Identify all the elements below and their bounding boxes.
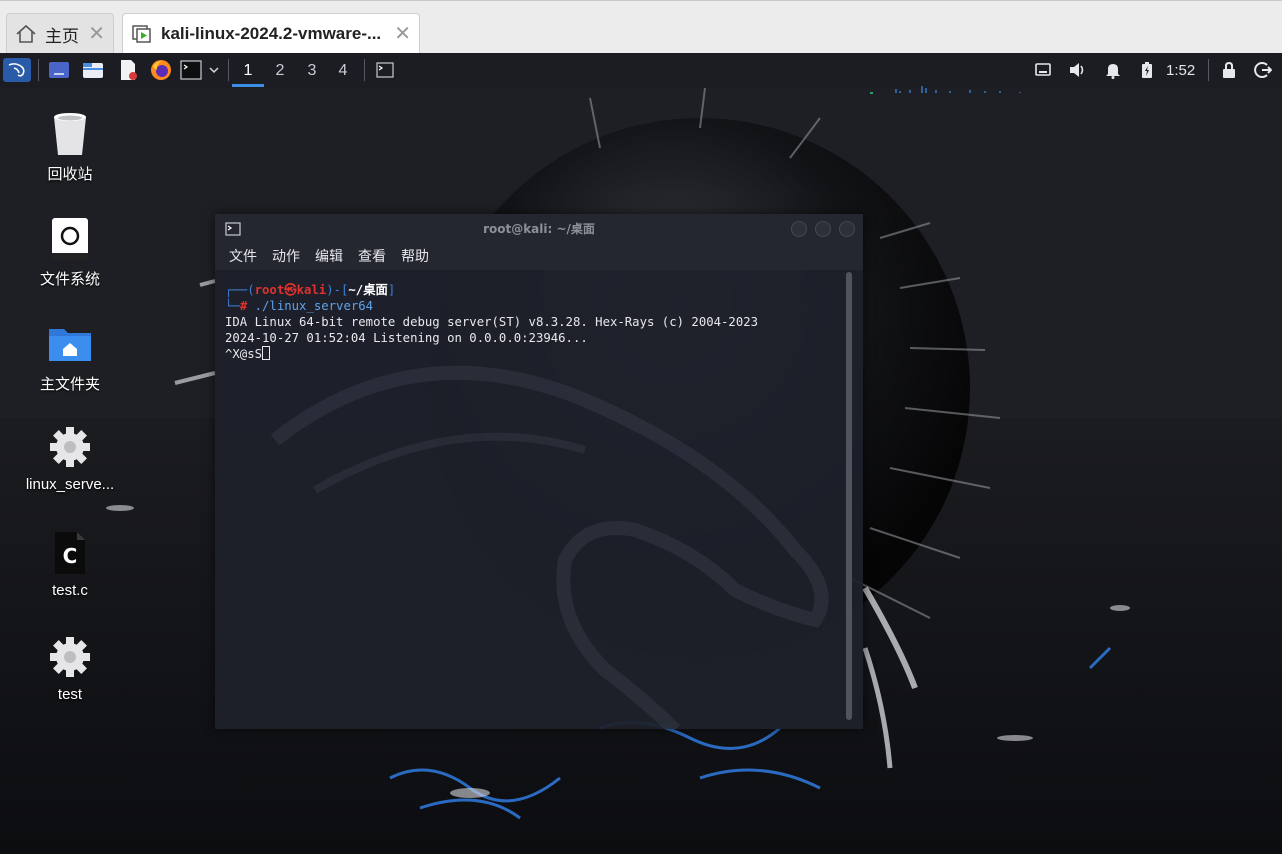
chevron-down-icon bbox=[209, 66, 219, 74]
terminal-window[interactable]: root@kali: ~/桌面 文件 动作 编辑 查看 帮助 ┌──(root㉿… bbox=[215, 214, 863, 729]
desktop-icon-home-folder[interactable]: 主文件夹 bbox=[15, 321, 125, 394]
tab-home-label: 主页 bbox=[45, 26, 79, 46]
gear-icon bbox=[47, 424, 93, 470]
desktop-icon-test-c[interactable]: C test.c bbox=[15, 530, 125, 599]
home-folder-icon bbox=[47, 321, 93, 367]
terminal-icon bbox=[376, 62, 394, 78]
prompt-line-2: └─# ./linux_server64 bbox=[225, 299, 374, 313]
window-title: root@kali: ~/桌面 bbox=[483, 222, 595, 236]
file-manager-launcher[interactable] bbox=[81, 58, 105, 82]
desktop-icon-test[interactable]: test bbox=[15, 634, 125, 703]
text-editor-launcher[interactable] bbox=[116, 58, 140, 82]
close-button[interactable] bbox=[839, 221, 855, 237]
tab-home[interactable]: 主页 ✕ bbox=[6, 13, 114, 54]
logout-icon bbox=[1254, 61, 1272, 79]
menu-file[interactable]: 文件 bbox=[229, 244, 257, 270]
panel-separator bbox=[364, 59, 365, 81]
battery-indicator[interactable] bbox=[1137, 58, 1157, 82]
filesystem-icon bbox=[47, 216, 93, 262]
panel-separator bbox=[1208, 59, 1209, 81]
terminal-launcher[interactable] bbox=[180, 58, 202, 82]
volume-icon bbox=[1068, 61, 1088, 79]
workspace-4[interactable]: 4 bbox=[327, 53, 359, 88]
desktop-icon bbox=[48, 61, 70, 79]
panel-separator bbox=[228, 59, 229, 81]
desktop-icon-label: 文件系统 bbox=[39, 271, 100, 288]
logout-button[interactable] bbox=[1252, 58, 1274, 82]
terminal-menubar: 文件 动作 编辑 查看 帮助 bbox=[215, 244, 863, 270]
network-icon bbox=[1034, 62, 1052, 78]
desktop-icon-filesystem[interactable]: 文件系统 bbox=[15, 216, 125, 289]
menu-help[interactable]: 帮助 bbox=[401, 244, 429, 270]
panel-separator bbox=[38, 59, 39, 81]
trash-icon bbox=[47, 111, 93, 157]
desktop-icon-label: 回收站 bbox=[47, 166, 93, 183]
prompt-cwd: ~/桌面 bbox=[348, 283, 388, 297]
bell-icon bbox=[1105, 61, 1121, 79]
terminal-icon bbox=[180, 60, 202, 80]
kali-menu-button[interactable] bbox=[3, 58, 31, 82]
maximize-button[interactable] bbox=[815, 221, 831, 237]
terminal-scrollbar[interactable] bbox=[846, 272, 852, 720]
folder-icon bbox=[82, 61, 104, 79]
c-source-file-icon: C bbox=[47, 530, 93, 576]
input-text: ^X@sS bbox=[225, 347, 263, 361]
tab-vm-label: kali-linux-2024.2-vmware-... bbox=[161, 24, 382, 43]
kali-desktop: 1 2 3 4 1:52 回收站 文件系统 主文件夹 linux_serve..… bbox=[0, 53, 1282, 854]
vm-running-icon bbox=[131, 23, 153, 45]
cpu-graph bbox=[870, 79, 1030, 94]
menu-view[interactable]: 查看 bbox=[358, 244, 386, 270]
menu-edit[interactable]: 编辑 bbox=[315, 244, 343, 270]
menu-actions[interactable]: 动作 bbox=[272, 244, 300, 270]
close-icon[interactable]: ✕ bbox=[88, 24, 105, 44]
workspace-2[interactable]: 2 bbox=[264, 53, 296, 88]
top-panel: 1 2 3 4 1:52 bbox=[0, 53, 1282, 94]
network-indicator[interactable] bbox=[1032, 58, 1054, 82]
kali-dragon-icon bbox=[6, 59, 28, 81]
prompt-line-1: ┌──(root㉿kali)-[~/桌面] bbox=[225, 283, 396, 297]
svg-text:C: C bbox=[63, 544, 78, 568]
desktop-icon-label: 主文件夹 bbox=[39, 376, 100, 393]
tab-vm[interactable]: kali-linux-2024.2-vmware-... ✕ bbox=[122, 13, 420, 54]
terminal-dropdown[interactable] bbox=[207, 58, 221, 82]
desktop-icon-linux-server[interactable]: linux_serve... bbox=[15, 424, 125, 493]
minimize-button[interactable] bbox=[791, 221, 807, 237]
text-editor-icon bbox=[118, 59, 138, 81]
lock-screen-button[interactable] bbox=[1218, 58, 1240, 82]
lock-icon bbox=[1222, 61, 1236, 79]
terminal-output[interactable]: ┌──(root㉿kali)-[~/桌面] └─# ./linux_server… bbox=[215, 270, 863, 729]
notifications-button[interactable] bbox=[1102, 58, 1124, 82]
kali-dragon-watermark bbox=[270, 365, 829, 729]
prompt-command: ./linux_server64 bbox=[254, 299, 374, 313]
prompt-host: kali bbox=[296, 283, 327, 297]
workspace-1[interactable]: 1 bbox=[232, 53, 264, 88]
input-line[interactable]: ^X@sS bbox=[225, 346, 271, 362]
desktop-icon-label: linux_serve... bbox=[25, 476, 115, 493]
terminal-titlebar[interactable]: root@kali: ~/桌面 bbox=[215, 214, 863, 244]
workspace-3[interactable]: 3 bbox=[296, 53, 328, 88]
output-line-2: 2024-10-27 01:52:04 Listening on 0.0.0.0… bbox=[225, 331, 588, 345]
gear-icon bbox=[47, 634, 93, 680]
volume-control[interactable] bbox=[1067, 58, 1089, 82]
firefox-icon bbox=[150, 59, 172, 81]
vm-tab-bar: 主页 ✕ kali-linux-2024.2-vmware-... ✕ bbox=[0, 0, 1282, 54]
desktop-icon-label: test.c bbox=[52, 582, 88, 599]
panel-clock[interactable]: 1:52 bbox=[1166, 53, 1195, 88]
desktop-icon-label: test bbox=[57, 686, 83, 703]
prompt-user: root bbox=[254, 283, 285, 297]
close-icon[interactable]: ✕ bbox=[394, 24, 411, 44]
firefox-launcher[interactable] bbox=[149, 58, 173, 82]
taskbar-terminal-window[interactable] bbox=[374, 58, 396, 82]
output-line-1: IDA Linux 64-bit remote debug server(ST)… bbox=[225, 315, 759, 329]
battery-charging-icon bbox=[1141, 61, 1153, 79]
desktop-icon-trash[interactable]: 回收站 bbox=[15, 111, 125, 184]
text-cursor bbox=[262, 346, 271, 360]
home-icon bbox=[15, 24, 37, 44]
show-desktop-button[interactable] bbox=[47, 58, 71, 82]
